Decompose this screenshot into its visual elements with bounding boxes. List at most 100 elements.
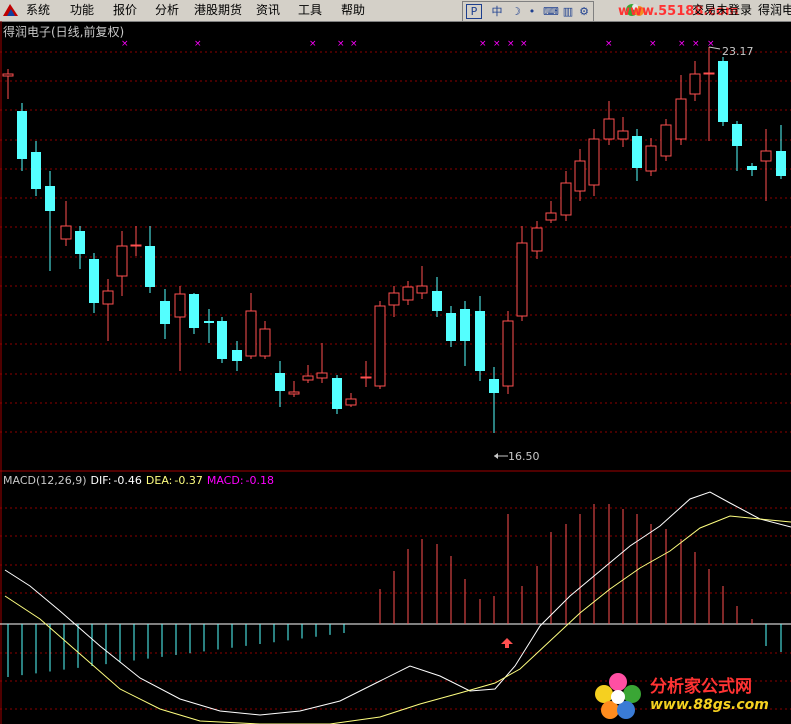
candle-body — [275, 373, 285, 391]
signal-mark: × — [479, 39, 487, 49]
candle — [360, 361, 372, 387]
signal-mark: × — [605, 39, 613, 49]
menu-hk-futures[interactable]: 港股期货 — [194, 2, 242, 19]
candle-body — [574, 160, 586, 192]
candle-body — [603, 118, 615, 140]
keyboard-icon[interactable]: ⌨ — [543, 4, 559, 19]
candle — [516, 226, 528, 321]
candle — [545, 201, 557, 223]
candle-body — [160, 301, 170, 324]
candle-body — [189, 294, 199, 328]
candle — [145, 226, 155, 293]
candle — [502, 311, 514, 394]
candle-body — [45, 186, 55, 211]
candle-body — [332, 378, 342, 409]
candle — [460, 301, 470, 366]
candle-body — [531, 227, 543, 252]
candle-body — [116, 245, 128, 277]
candle — [60, 201, 72, 246]
candle-body — [75, 231, 85, 254]
candle — [574, 149, 586, 201]
candle — [2, 69, 14, 99]
candle — [760, 129, 772, 201]
candle-body — [747, 166, 757, 170]
candle — [160, 289, 170, 339]
candle-body — [446, 313, 456, 341]
candle-body — [174, 293, 186, 318]
menu-tools[interactable]: 工具 — [298, 2, 322, 19]
signal-mark: × — [194, 39, 202, 49]
candle-body — [374, 305, 386, 387]
candle — [489, 367, 499, 433]
candle-body — [217, 321, 227, 359]
candle-body — [388, 292, 400, 306]
candle-body — [560, 182, 572, 216]
footer-watermark-url: www.88gs.com — [650, 697, 769, 713]
candle-body — [776, 151, 786, 176]
candle — [217, 317, 227, 363]
settings-icon[interactable]: ⚙ — [577, 4, 591, 19]
candle-body — [102, 290, 114, 305]
candle — [747, 163, 757, 176]
candle-body — [145, 246, 155, 287]
candle-body — [760, 150, 772, 162]
menu-system[interactable]: 系统 — [26, 2, 50, 19]
login-status[interactable]: 交易未登录 — [692, 2, 752, 19]
menu-quote[interactable]: 报价 — [113, 2, 137, 19]
candle — [17, 103, 27, 171]
candle-body — [516, 242, 528, 317]
candle-body — [475, 311, 485, 371]
moon-icon[interactable]: ☽ — [509, 4, 523, 19]
candle-body — [245, 310, 257, 357]
candle — [776, 125, 786, 179]
candle-body — [360, 376, 372, 379]
candle — [174, 286, 186, 371]
signal-mark: × — [507, 39, 515, 49]
signal-mark: × — [649, 39, 657, 49]
candle-body — [89, 259, 99, 303]
candle-body — [232, 350, 242, 361]
menu-function[interactable]: 功能 — [70, 2, 94, 19]
candle-body — [302, 375, 314, 381]
candle — [432, 277, 442, 317]
candle — [75, 226, 85, 269]
menu-analysis[interactable]: 分析 — [155, 2, 179, 19]
candle-body — [460, 309, 470, 341]
candle-body — [204, 321, 214, 323]
candle-body — [432, 291, 442, 311]
menu-news[interactable]: 资讯 — [256, 2, 280, 19]
candle-body — [402, 286, 414, 301]
candle-body — [689, 73, 701, 95]
candle-body — [130, 244, 142, 247]
candle-body — [345, 398, 357, 406]
dot-icon[interactable]: • — [526, 4, 538, 19]
candle-body — [31, 152, 41, 189]
panel-icon[interactable]: ▥ — [561, 4, 575, 19]
candle-body — [17, 111, 27, 159]
candle-body — [2, 73, 14, 77]
candle — [288, 381, 300, 397]
candle-body — [416, 285, 428, 294]
candle-body — [632, 136, 642, 168]
low-marker: 16.50 — [494, 450, 540, 463]
kline-chart[interactable]: × × × × × × × × × × × × × × 23.17 16.50 — [0, 21, 791, 724]
candle-body — [60, 225, 72, 240]
p-icon[interactable]: P — [466, 4, 482, 19]
candle — [603, 101, 615, 145]
signal-mark: × — [337, 39, 345, 49]
candle — [45, 171, 55, 271]
candle — [732, 121, 742, 171]
up-arrow-icon — [501, 638, 513, 648]
candle — [645, 138, 657, 176]
menu-help[interactable]: 帮助 — [341, 2, 365, 19]
flower-logo-icon — [595, 673, 641, 719]
candle-body — [732, 124, 742, 146]
stock-short-name[interactable]: 得润电 — [758, 2, 791, 19]
candle — [718, 57, 728, 126]
chinese-ime-icon[interactable]: 中 — [489, 4, 505, 19]
footer-watermark-title: 分析家公式网 — [650, 677, 752, 697]
candle — [332, 375, 342, 414]
candle — [130, 226, 142, 256]
candle — [204, 309, 214, 343]
candle — [259, 321, 271, 359]
